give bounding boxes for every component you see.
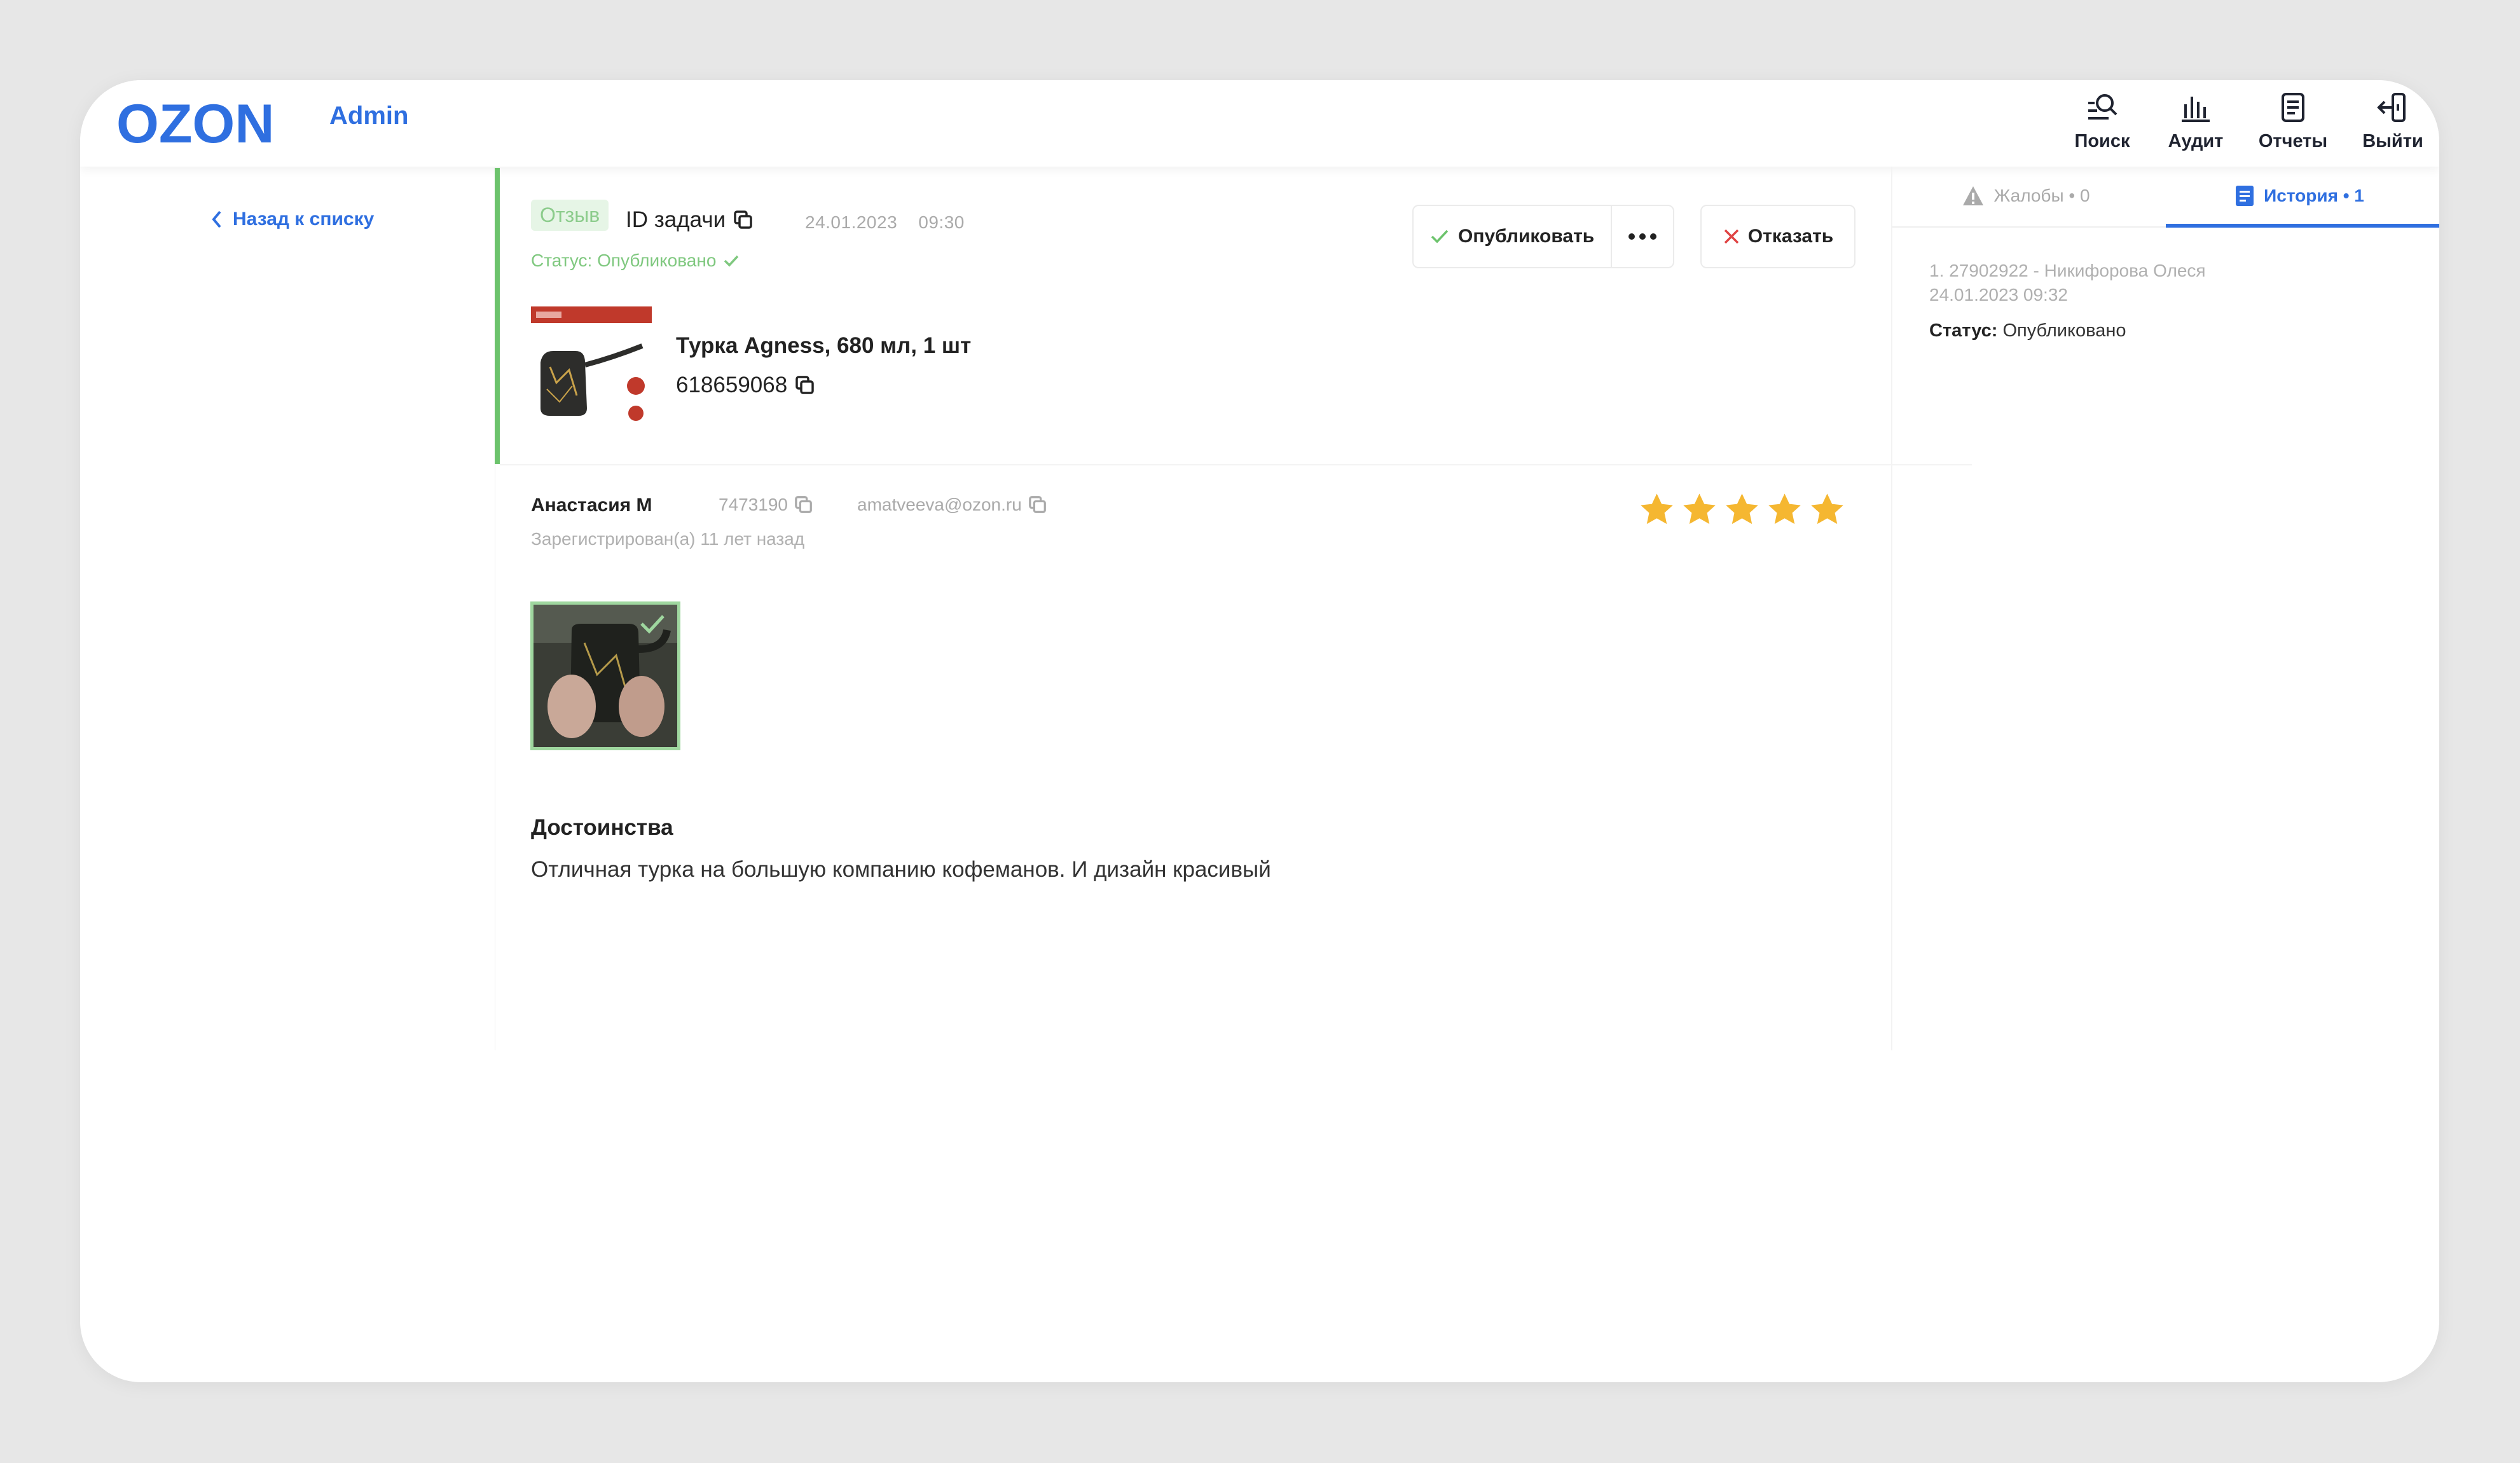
nav-logout[interactable]: Выйти <box>2345 89 2439 159</box>
active-tab-indicator <box>2166 224 2439 228</box>
audit-icon <box>2182 97 2210 122</box>
task-id: ID задачи <box>626 207 754 233</box>
right-divider <box>1891 167 1892 1050</box>
task-id-label: ID задачи <box>626 207 726 232</box>
publish-button-group: Опубликовать <box>1412 205 1675 268</box>
publish-button-label: Опубликовать <box>1458 226 1595 247</box>
history-icon <box>2236 186 2254 206</box>
review-author-id: 7473190 <box>719 495 813 515</box>
nav-audit[interactable]: Аудит <box>2148 89 2243 159</box>
star-icon <box>1641 493 1673 525</box>
task-time: 09:30 <box>918 212 965 232</box>
nav-reports-label: Отчеты <box>2258 131 2328 151</box>
task-status: Статус: Опубликовано <box>531 251 740 271</box>
check-icon <box>1431 230 1449 244</box>
publish-button[interactable]: Опубликовать <box>1414 206 1613 267</box>
task-type-badge: Отзыв <box>531 200 609 231</box>
review-author-registered: Зарегистрирован(а) 11 лет назад <box>531 529 805 549</box>
warning-icon <box>1963 186 1984 205</box>
back-link-label: Назад к списку <box>233 209 375 230</box>
nav-search-label: Поиск <box>2074 131 2130 151</box>
status-accent-bar <box>495 168 500 464</box>
history-entry-datetime: 24.01.2023 09:32 <box>1929 285 2068 305</box>
review-pros-text: Отличная турка на большую компанию кофем… <box>531 857 1271 882</box>
chevron-left-icon <box>212 210 221 228</box>
tab-complaints[interactable]: Жалобы • 0 <box>1892 167 2159 225</box>
tab-history[interactable]: История • 1 <box>2166 167 2433 225</box>
tab-complaints-label: Жалобы • 0 <box>1993 186 2090 205</box>
task-date: 24.01.2023 <box>805 212 898 232</box>
close-icon <box>1724 229 1739 244</box>
star-icon <box>1726 493 1758 525</box>
history-entry-author: 1. 27902922 - Никифорова Олеся <box>1929 261 2206 280</box>
app-window: OZON Admin Поиск Аудит Отчеты Выйти Наза… <box>80 80 2439 1382</box>
product-image[interactable] <box>531 306 652 424</box>
review-author-email: amatveeva@ozon.ru <box>857 495 1047 515</box>
back-to-list-link[interactable]: Назад к списку <box>210 209 374 230</box>
star-icon <box>1811 493 1843 525</box>
nav-audit-label: Аудит <box>2168 131 2224 151</box>
task-datetime: 24.01.2023 09:30 <box>805 212 965 233</box>
copy-icon[interactable] <box>733 210 754 230</box>
copy-icon[interactable] <box>794 495 813 514</box>
star-icon <box>1768 493 1801 525</box>
review-photo-image <box>534 605 677 747</box>
review-author-name: Анастасия М <box>531 495 652 516</box>
product-sku-value: 618659068 <box>676 373 788 397</box>
check-icon <box>724 255 739 267</box>
search-icon <box>2088 94 2117 120</box>
copy-icon[interactable] <box>1028 495 1047 514</box>
tab-history-label: История • 1 <box>2264 186 2364 205</box>
more-actions-button[interactable] <box>1612 206 1673 267</box>
reject-button[interactable]: Отказать <box>1700 205 1856 268</box>
top-bar: OZON Admin Поиск Аудит Отчеты Выйти <box>80 80 2439 167</box>
history-entry-status: Статус: Опубликовано <box>1929 320 2126 341</box>
task-status-text: Статус: Опубликовано <box>531 251 717 270</box>
ozon-logo[interactable]: OZON <box>116 98 315 149</box>
nav-reports[interactable]: Отчеты <box>2245 89 2341 159</box>
more-dots-icon <box>1628 233 1657 240</box>
nav-logout-label: Выйти <box>2362 131 2423 151</box>
product-sku: 618659068 <box>676 373 815 398</box>
nav-search[interactable]: Поиск <box>2055 89 2150 159</box>
admin-label: Admin <box>329 102 409 130</box>
rating-stars <box>1638 491 1846 528</box>
history-status-label: Статус: <box>1929 320 1998 341</box>
copy-icon[interactable] <box>795 375 815 395</box>
history-status-value: Опубликовано <box>2002 320 2126 341</box>
svg-text:OZON: OZON <box>116 98 274 149</box>
review-author-email-value: amatveeva@ozon.ru <box>857 495 1022 514</box>
review-photo[interactable] <box>530 601 680 750</box>
review-pros-title: Достоинства <box>531 815 673 840</box>
reject-button-label: Отказать <box>1747 226 1834 247</box>
reports-icon <box>2282 93 2304 122</box>
star-icon <box>1683 493 1716 525</box>
logout-icon <box>2377 93 2406 122</box>
review-author-id-value: 7473190 <box>719 495 788 514</box>
header-divider <box>500 464 1972 465</box>
product-title: Турка Agness, 680 мл, 1 шт <box>676 333 972 358</box>
